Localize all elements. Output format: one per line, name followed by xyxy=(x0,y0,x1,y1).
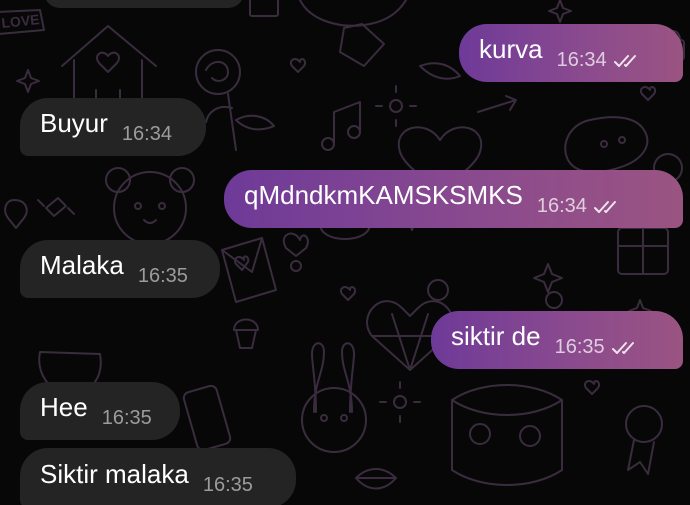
message-bubble-outgoing[interactable]: kurva 16:34 xyxy=(459,24,683,82)
chat-view[interactable]: LOVE kurva 16:34 Buyur 16:34 qMdndkmKAMS… xyxy=(0,0,690,505)
message-time: 16:34 xyxy=(556,48,607,71)
double-check-icon xyxy=(593,201,616,213)
message-text: Siktir malaka xyxy=(40,459,189,489)
message-time: 16:34 xyxy=(536,194,587,217)
message-bubble-outgoing[interactable]: siktir de 16:35 xyxy=(431,311,683,369)
message-bubble-incoming[interactable]: Malaka 16:35 xyxy=(20,240,220,298)
message-time: 16:35 xyxy=(554,335,605,358)
wallpaper-love-label: LOVE xyxy=(1,11,41,31)
message-text: Hee xyxy=(40,392,88,422)
message-text: Malaka xyxy=(40,250,124,280)
message-bubble-incoming[interactable]: Buyur 16:34 xyxy=(20,98,206,156)
message-text: kurva xyxy=(479,34,543,64)
message-bubble-incoming[interactable]: Hee 16:35 xyxy=(20,382,180,440)
message-time: 16:35 xyxy=(137,264,188,287)
double-check-icon xyxy=(611,342,634,354)
double-check-icon xyxy=(613,55,636,67)
message-text: Buyur xyxy=(40,108,108,138)
previous-message-bubble xyxy=(44,0,244,8)
message-time: 16:35 xyxy=(101,406,152,429)
message-bubble-outgoing[interactable]: qMdndkmKAMSKSMKS 16:34 xyxy=(224,170,683,228)
message-bubble-incoming[interactable]: Siktir malaka 16:35 xyxy=(20,448,296,505)
message-time: 16:35 xyxy=(202,473,253,496)
message-text: siktir de xyxy=(451,321,541,351)
message-text: qMdndkmKAMSKSMKS xyxy=(244,180,523,210)
message-time: 16:34 xyxy=(121,122,172,145)
